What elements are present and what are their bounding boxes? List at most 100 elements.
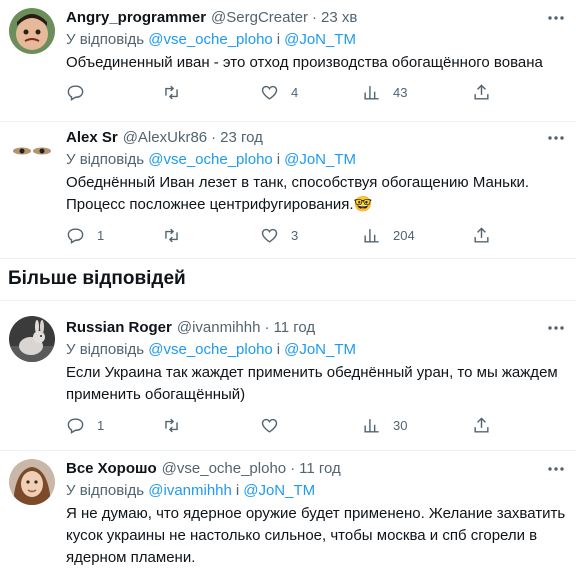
- reply-icon: [67, 227, 84, 244]
- timestamp[interactable]: 11 год: [299, 460, 341, 477]
- like-count: 3: [291, 227, 299, 243]
- views-icon: [364, 418, 379, 433]
- views-button[interactable]: 43: [362, 83, 407, 102]
- heart-icon: [261, 418, 278, 433]
- and-word: і: [276, 340, 281, 358]
- tweet-header: Angry_programmer @SergCreater · 23 хв: [66, 6, 568, 28]
- reply-count: 1: [97, 227, 105, 243]
- share-icon: [474, 226, 489, 243]
- heart-icon: [261, 228, 278, 243]
- reply-count: 1: [97, 417, 105, 433]
- views-icon: [364, 85, 379, 100]
- views-button[interactable]: 204: [362, 226, 415, 245]
- author-handle[interactable]: @SergCreater: [211, 9, 308, 26]
- mention-link[interactable]: @ivanmihhh: [148, 482, 232, 499]
- tweet-actions: 1 30: [66, 413, 526, 437]
- author-name[interactable]: Russian Roger: [66, 319, 172, 336]
- and-word: і: [276, 150, 281, 168]
- retweet-button[interactable]: [162, 83, 193, 102]
- tweet-header: Alex Sr @AlexUkr86 · 23 год: [66, 126, 568, 148]
- and-word: і: [235, 481, 240, 499]
- tweet[interactable]: Все Хорошо @vse_oche_ploho · 11 год У ві…: [0, 451, 576, 575]
- avatar[interactable]: [9, 8, 55, 54]
- tweet[interactable]: Alex Sr @AlexUkr86 · 23 год У відповідь …: [0, 122, 576, 259]
- reply-icon: [67, 84, 84, 101]
- reply-prefix: У відповідь: [66, 340, 145, 358]
- mention-link[interactable]: @vse_oche_ploho: [148, 31, 272, 48]
- retweet-button[interactable]: [162, 416, 193, 435]
- tweet-actions: 4 43: [66, 80, 526, 104]
- retweet-button[interactable]: [162, 226, 193, 245]
- tweet-text: Объединенный иван - это отход производст…: [66, 54, 543, 71]
- reply-prefix: У відповідь: [66, 30, 145, 48]
- separator-dot: ·: [311, 8, 317, 26]
- timestamp[interactable]: 23 хв: [321, 9, 357, 26]
- tweet-text: Я не думаю, что ядерное оружие будет при…: [66, 505, 566, 566]
- author-handle[interactable]: @ivanmihhh: [177, 319, 261, 336]
- tweet-text-body: Обеднённый Иван лезет в танк, способству…: [66, 174, 530, 213]
- like-button[interactable]: 4: [260, 83, 298, 102]
- replying-to: У відповідь @vse_oche_ploho і @JoN_TM: [66, 28, 568, 50]
- author-name[interactable]: Alex Sr: [66, 129, 118, 146]
- mention-link[interactable]: @JoN_TM: [243, 482, 315, 499]
- avatar[interactable]: [9, 459, 55, 505]
- more-icon[interactable]: [546, 8, 570, 30]
- views-count: 43: [393, 84, 408, 100]
- share-button[interactable]: [472, 416, 491, 435]
- share-button[interactable]: [472, 226, 491, 245]
- mention-link[interactable]: @JoN_TM: [284, 31, 356, 48]
- timestamp[interactable]: 23 год: [220, 129, 263, 146]
- share-icon: [474, 83, 489, 100]
- separator-dot: ·: [264, 318, 270, 336]
- share-icon: [474, 416, 489, 433]
- mention-link[interactable]: @JoN_TM: [284, 341, 356, 358]
- more-icon[interactable]: [546, 128, 570, 150]
- reply-prefix: У відповідь: [66, 150, 145, 168]
- heart-icon: [261, 85, 278, 100]
- reply-button[interactable]: [66, 83, 97, 102]
- tweet[interactable]: Russian Roger @ivanmihhh · 11 год У відп…: [0, 310, 576, 451]
- nerd-face-emoji: 🤓: [353, 196, 373, 213]
- views-count: 204: [393, 227, 415, 243]
- author-name[interactable]: Все Хорошо: [66, 460, 157, 477]
- reply-button[interactable]: 1: [66, 416, 104, 435]
- views-button[interactable]: 30: [362, 416, 407, 435]
- separator-dot: ·: [290, 459, 296, 477]
- tweet-text: Обеднённый Иван лезет в танк, способству…: [66, 172, 568, 216]
- views-count: 30: [393, 417, 408, 433]
- separator-dot: ·: [211, 128, 217, 146]
- and-word: і: [276, 30, 281, 48]
- reply-icon: [67, 417, 84, 434]
- tweet-actions: 1 3 204: [66, 223, 526, 247]
- more-icon[interactable]: [546, 459, 570, 481]
- like-button[interactable]: [260, 416, 291, 435]
- mention-link[interactable]: @vse_oche_ploho: [148, 151, 272, 168]
- author-name[interactable]: Angry_programmer: [66, 9, 206, 26]
- author-handle[interactable]: @vse_oche_ploho: [162, 460, 286, 477]
- tweet-text: Если Украина так жаждет применить обеднё…: [66, 364, 558, 403]
- avatar[interactable]: [9, 316, 55, 362]
- replying-to: У відповідь @vse_oche_ploho і @JoN_TM: [66, 338, 568, 360]
- tweet-header: Russian Roger @ivanmihhh · 11 год: [66, 316, 568, 338]
- author-handle[interactable]: @AlexUkr86: [123, 129, 207, 146]
- like-count: 4: [291, 84, 299, 100]
- retweet-icon: [165, 228, 178, 242]
- section-title: Більше відповідей: [8, 268, 186, 289]
- like-button[interactable]: 3: [260, 226, 298, 245]
- divider: [0, 300, 576, 301]
- more-icon[interactable]: [546, 318, 570, 340]
- mention-link[interactable]: @JoN_TM: [284, 151, 356, 168]
- views-icon: [364, 228, 379, 243]
- timestamp[interactable]: 11 год: [273, 319, 315, 336]
- tweet[interactable]: Angry_programmer @SergCreater · 23 хв У …: [0, 0, 576, 122]
- replying-to: У відповідь @vse_oche_ploho і @JoN_TM: [66, 148, 568, 170]
- tweet-header: Все Хорошо @vse_oche_ploho · 11 год: [66, 457, 568, 479]
- share-button[interactable]: [472, 83, 491, 102]
- retweet-icon: [165, 85, 178, 99]
- avatar[interactable]: [9, 128, 55, 174]
- reply-prefix: У відповідь: [66, 481, 145, 499]
- mention-link[interactable]: @vse_oche_ploho: [148, 341, 272, 358]
- reply-button[interactable]: 1: [66, 226, 104, 245]
- replying-to: У відповідь @ivanmihhh і @JoN_TM: [66, 479, 568, 501]
- retweet-icon: [165, 418, 178, 432]
